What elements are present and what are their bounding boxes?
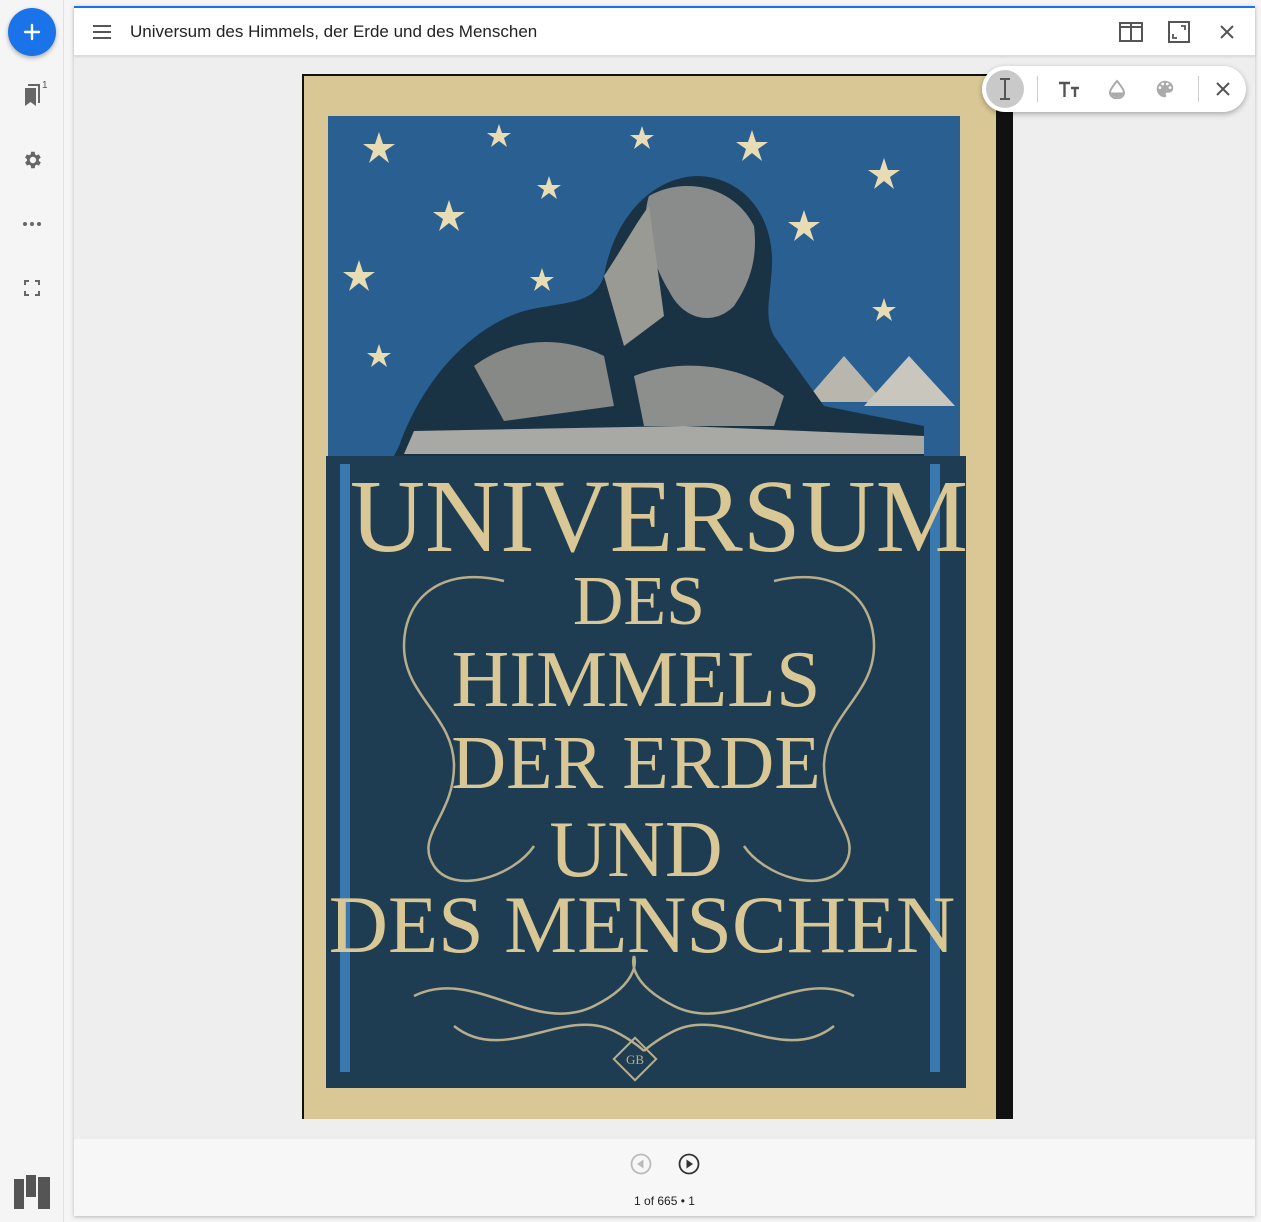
palette-button[interactable] [1146,70,1184,108]
app-logo-icon [14,1175,50,1209]
viewer-footer: 1 of 665 • 1 [74,1139,1255,1216]
close-viewer-button[interactable] [1213,18,1241,46]
palette-icon [1156,80,1174,98]
play-back-icon [630,1153,652,1175]
close-toolbar-button[interactable] [1204,70,1242,108]
cover-title-line3: HIMMELS [452,636,821,724]
page-edge [996,74,1013,1119]
book-spread-icon [1119,22,1143,42]
settings-button[interactable] [12,140,52,180]
add-button[interactable] [8,8,56,56]
text-select-button[interactable] [986,70,1024,108]
cover-title-line1: UNIVERSUM [350,459,968,574]
text-size-button[interactable] [1050,70,1088,108]
publisher-mark-text: GB [626,1052,644,1067]
cover-title-line2: DES [573,563,705,640]
text-size-icon [1059,81,1079,97]
bookmarks-icon [25,84,40,106]
gear-icon [25,151,41,169]
bookmarks-button[interactable]: 1 [12,76,52,116]
fullscreen-button[interactable] [12,268,52,308]
drop-icon [1108,79,1126,99]
toolbar-divider [1037,76,1038,102]
close-icon [1220,25,1234,39]
toolbar-divider [1198,76,1199,102]
book-cover-artwork: UNIVERSUM DES HIMMELS DER ERDE UND DES M… [304,76,1013,1119]
cover-title-line4: DER ERDE [451,721,820,805]
left-rail: 1 [0,0,64,1222]
bookmark-count-badge: 1 [42,80,48,91]
highlight-color-button[interactable] [1098,70,1136,108]
viewer-titlebar: Universum des Himmels, der Erde und des … [74,8,1255,56]
expand-button[interactable] [1165,18,1193,46]
book-cover-image: UNIVERSUM DES HIMMELS DER ERDE UND DES M… [302,74,1013,1119]
annotation-toolbar [982,66,1246,112]
text-cursor-icon [1000,78,1010,100]
next-page-button[interactable] [676,1151,702,1177]
close-icon [1216,82,1230,96]
two-page-view-button[interactable] [1117,18,1145,46]
more-horiz-icon [23,222,41,226]
page-indicator: 1 of 665 • 1 [634,1194,695,1208]
book-viewer: Universum des Himmels, der Erde und des … [74,6,1255,1216]
fullscreen-icon [24,280,40,296]
viewer-title: Universum des Himmels, der Erde und des … [130,22,538,41]
hamburger-icon [93,25,111,39]
expand-icon [1168,21,1190,43]
cover-title-line6: DES MENSCHEN [329,879,955,970]
more-button[interactable] [12,204,52,244]
menu-button[interactable] [88,20,116,44]
previous-page-button[interactable] [628,1151,654,1177]
play-forward-icon [678,1153,700,1175]
plus-icon [23,23,41,41]
